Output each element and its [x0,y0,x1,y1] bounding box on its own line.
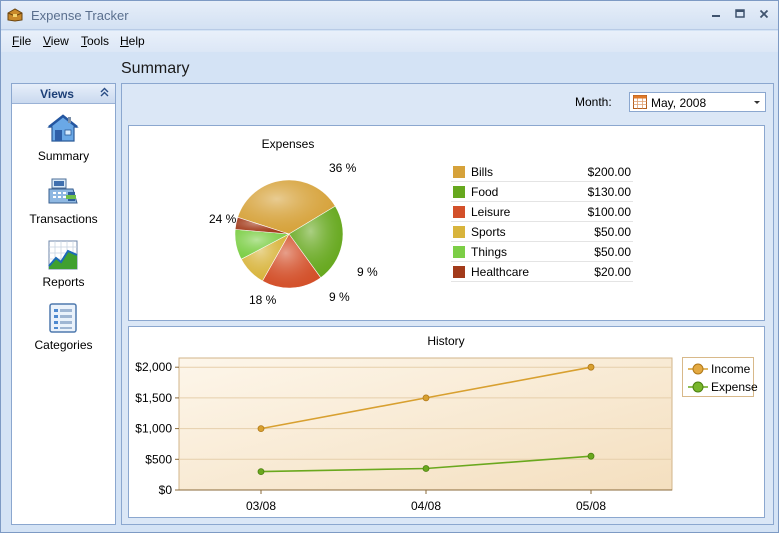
history-point-expense [422,465,430,472]
views-pane: Views Summary Transactions Reports Categ… [11,83,116,525]
menu-file[interactable]: File [12,34,31,48]
dropdown-arrow-icon[interactable] [753,95,761,111]
legend-name-food: Food [471,185,499,199]
history-point-income [257,425,265,432]
pie-label-leisure: 18 % [249,293,277,307]
app-window: Expense Tracker File View Tools Help Vie… [0,0,779,533]
history-point-income [587,363,595,371]
nav-reports[interactable]: Reports [12,238,115,298]
close-icon [759,9,769,19]
cash-register-icon [48,178,78,204]
pie-label-things: 9 % [357,265,378,279]
nav-label-summary: Summary [37,149,90,163]
expense-marker-icon [688,381,708,393]
menu-file-label: ile [19,34,32,48]
app-icon [7,8,23,22]
history-x-tick-label: 03/08 [246,499,276,513]
legend-amount-healthcare: $20.00 [594,265,631,279]
legend-name-leisure: Leisure [471,205,511,219]
nav-label-categories: Categories [34,338,93,352]
legend-amount-bills: $200.00 [587,165,631,179]
history-x-tick-label: 05/08 [576,499,606,513]
history-y-tick-label: $1,000 [135,422,172,436]
legend-row-food: Food $130.00 [451,182,633,202]
views-title: Views [40,87,74,101]
legend-amount-things: $50.00 [594,245,631,259]
pie-label-food: 24 % [209,212,237,226]
nav-label-transactions: Transactions [29,212,98,226]
legend-row-sports: Sports $50.00 [451,222,633,242]
calendar-icon [633,95,647,109]
menu-help[interactable]: Help [120,34,145,48]
expenses-pie-chart: 36 % 24 % 18 % 9 % 9 % [209,161,378,307]
legend-name-healthcare: Healthcare [471,265,530,279]
title-bar: Expense Tracker [1,1,778,30]
minimize-button[interactable] [707,7,725,23]
legend-swatch-leisure [453,206,465,218]
legend-row-things: Things $50.00 [451,242,633,262]
maximize-button[interactable] [731,7,749,23]
month-picker[interactable]: May, 2008 [629,92,766,112]
maximize-icon [735,9,745,18]
legend-name-bills: Bills [471,165,494,179]
pie-label-bills: 36 % [329,161,357,175]
nav-categories[interactable]: Categories [12,301,115,361]
menu-view-mnemonic: V [43,34,51,48]
expense-legend-label: Expense [711,380,758,394]
month-value: May, 2008 [651,96,707,110]
menu-help-mnemonic: H [120,34,129,48]
legend-amount-food: $130.00 [587,185,631,199]
legend-name-things: Things [471,245,508,259]
month-label: Month: [575,95,612,109]
history-line-chart: $0 $500 $1,000 $1,500 $2,000 03/08 04/08 05/08 [135,357,673,513]
home-icon [47,114,79,142]
close-button[interactable] [755,7,773,23]
menu-help-label: elp [128,34,145,48]
nav-transactions[interactable]: Transactions [12,175,115,235]
nav-summary[interactable]: Summary [12,112,115,172]
menu-view[interactable]: View [43,34,69,48]
categories-list-icon [49,303,77,333]
legend-swatch-bills [453,166,465,178]
income-marker-icon [688,363,708,375]
legend-amount-sports: $50.00 [594,225,631,239]
legend-swatch-things [453,246,465,258]
history-x-tick-label: 04/08 [411,499,441,513]
legend-name-sports: Sports [471,225,506,239]
legend-row-healthcare: Healthcare $20.00 [451,262,633,282]
legend-row-bills: Bills $200.00 [451,162,633,182]
menu-tools-label: ools [87,34,110,48]
views-header: Views [12,84,115,104]
page-title: Summary [121,60,190,77]
history-y-tick-label: $500 [145,452,172,466]
nav-label-reports: Reports [42,275,85,289]
legend-row-leisure: Leisure $100.00 [451,202,633,222]
history-legend-expense: Expense [685,378,758,396]
report-chart-icon [48,240,78,270]
collapse-chevron-icon[interactable] [100,86,109,101]
expenses-title: Expenses [261,137,315,151]
history-legend: Income Expense [682,357,758,397]
window-title: Expense Tracker [31,8,129,23]
income-legend-label: Income [711,362,751,376]
history-point-expense [587,452,595,460]
legend-swatch-food [453,186,465,198]
menu-view-label: iew [50,34,69,48]
legend-amount-leisure: $100.00 [587,205,631,219]
history-legend-income: Income [685,360,755,378]
history-point-expense [257,468,265,475]
history-y-tick-label: $0 [159,483,173,497]
legend-swatch-healthcare [453,266,465,278]
menu-tools[interactable]: Tools [81,34,109,48]
history-y-tick-label: $2,000 [135,360,172,374]
menu-bar: File View Tools Help [1,31,778,52]
pie-label-sports: 9 % [329,290,350,304]
minimize-icon [712,15,720,17]
history-point-income [422,394,430,402]
history-y-tick-label: $1,500 [135,391,172,405]
legend-swatch-sports [453,226,465,238]
